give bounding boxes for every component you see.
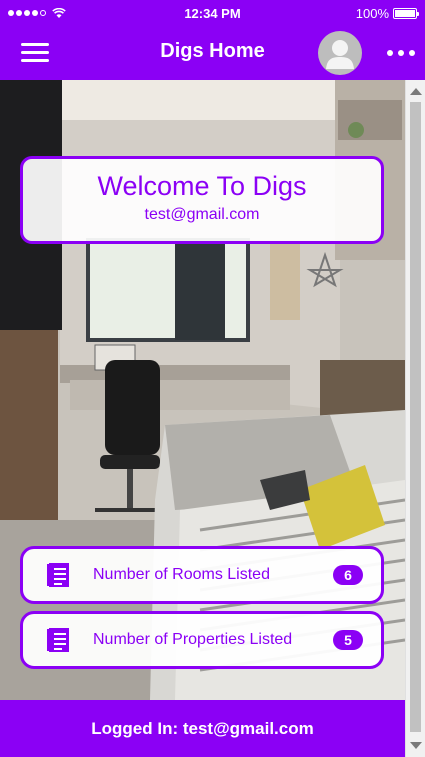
properties-count-badge: 5: [333, 630, 363, 650]
signal-strength-icon: [8, 10, 46, 16]
welcome-email: test@gmail.com: [144, 206, 260, 223]
document-list-icon: [47, 628, 69, 652]
rooms-listed-card[interactable]: Number of Rooms Listed 6: [20, 546, 384, 604]
logged-in-footer: Logged In: test@gmail.com: [0, 700, 405, 757]
status-bar: 12:34 PM 100%: [0, 0, 425, 26]
vertical-scrollbar[interactable]: [405, 80, 425, 757]
properties-listed-label: Number of Properties Listed: [93, 631, 293, 648]
battery-fill: [395, 9, 415, 17]
status-left: [8, 7, 66, 19]
welcome-title: Welcome To Digs: [97, 171, 307, 201]
scroll-thumb[interactable]: [410, 102, 421, 732]
welcome-card: Welcome To Digs test@gmail.com: [20, 156, 384, 244]
more-dots-icon[interactable]: [387, 46, 415, 60]
rooms-listed-label: Number of Rooms Listed: [93, 566, 270, 583]
wifi-icon: [52, 7, 66, 18]
logged-in-text: Logged In: test@gmail.com: [91, 718, 314, 738]
properties-listed-card[interactable]: Number of Properties Listed 5: [20, 611, 384, 669]
battery-percent: 100%: [355, 5, 389, 21]
status-right: 100%: [355, 5, 419, 21]
scroll-up-arrow-icon[interactable]: [410, 88, 422, 95]
battery-icon: [393, 7, 419, 19]
user-avatar-icon[interactable]: [318, 31, 362, 75]
app-header: Digs Home: [0, 26, 425, 80]
scroll-down-arrow-icon[interactable]: [410, 742, 422, 749]
rooms-count-badge: 6: [333, 565, 363, 585]
status-time: 12:34 PM: [184, 5, 241, 21]
document-list-icon: [47, 563, 69, 587]
